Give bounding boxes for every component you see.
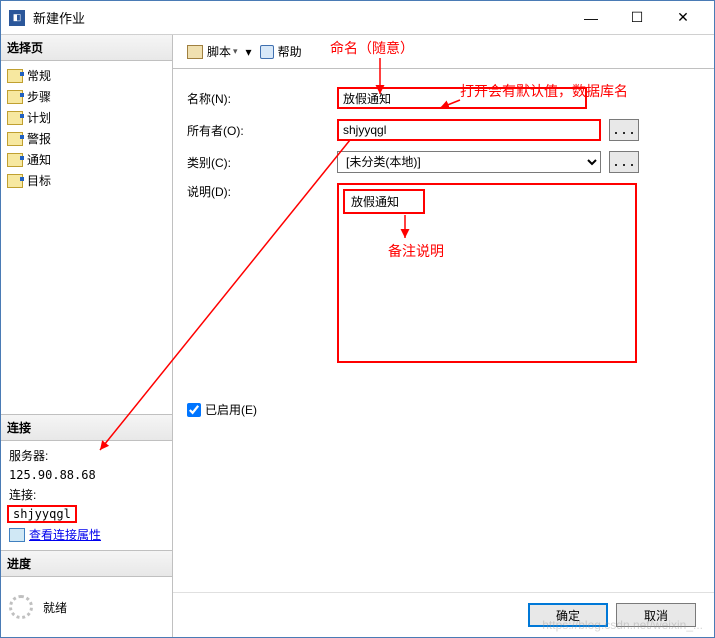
category-label: 类别(C): [187,154,337,171]
nav-label: 步骤 [27,88,51,105]
name-row: 名称(N): [187,87,700,109]
page-icon [7,111,23,125]
close-button[interactable]: ✕ [660,3,706,33]
content-area: 选择页 常规 步骤 计划 警报 通知 目标 连接 服务器: 125.90.88.… [1,35,714,637]
connection-header: 连接 [1,415,172,441]
nav-schedule[interactable]: 计划 [3,107,170,128]
sidebar-connection: 连接 服务器: 125.90.88.68 连接: shjyyqgl 查看连接属性 [1,415,172,551]
owner-browse-button[interactable]: ... [609,119,639,141]
nav-list: 常规 步骤 计划 警报 通知 目标 [1,61,172,195]
nav-general[interactable]: 常规 [3,65,170,86]
connection-label: 连接: [3,484,170,505]
owner-label: 所有者(O): [187,122,337,139]
connection-value: shjyyqgl [7,505,77,523]
server-value: 125.90.88.68 [3,466,170,484]
toolbar: 脚本 ▾ ▾ 帮助 [173,35,714,69]
sidebar-pages: 选择页 常规 步骤 计划 警报 通知 目标 [1,35,172,415]
script-button[interactable]: 脚本 ▾ [183,41,242,62]
page-icon [7,132,23,146]
help-button[interactable]: 帮助 [256,41,306,62]
nav-label: 目标 [27,172,51,189]
maximize-button[interactable]: ☐ [614,3,660,33]
form-area: 名称(N): 所有者(O): ... 类别(C): [未分类(本地)] ... [173,69,714,592]
owner-row: 所有者(O): ... [187,119,700,141]
enabled-checkbox[interactable] [187,403,201,417]
view-conn-link: 查看连接属性 [29,526,101,543]
description-box[interactable]: 放假通知 [337,183,637,363]
help-label: 帮助 [278,43,302,60]
window-title: 新建作业 [33,8,568,27]
toolbar-separator: ▾ [246,45,252,59]
progress-body: 就绪 [1,577,172,637]
sidebar-progress: 进度 就绪 [1,551,172,637]
select-page-header: 选择页 [1,35,172,61]
dropdown-icon: ▾ [233,46,238,57]
window-controls: — ☐ ✕ [568,3,706,33]
owner-input[interactable] [337,119,601,141]
server-label: 服务器: [3,445,170,466]
app-icon: ◧ [9,10,25,26]
page-icon [7,69,23,83]
script-label: 脚本 [207,43,231,60]
watermark: https://blog.csdn.net/weixin_... [542,618,703,632]
properties-icon [9,528,25,542]
nav-alerts[interactable]: 警报 [3,128,170,149]
titlebar: ◧ 新建作业 — ☐ ✕ [1,1,714,35]
main-panel: 脚本 ▾ ▾ 帮助 名称(N): 所有者(O): ... [173,35,714,637]
dialog-window: ◧ 新建作业 — ☐ ✕ 选择页 常规 步骤 计划 警报 通知 目标 连接 [0,0,715,638]
nav-steps[interactable]: 步骤 [3,86,170,107]
description-label: 说明(D): [187,183,337,200]
connection-body: 服务器: 125.90.88.68 连接: shjyyqgl 查看连接属性 [1,441,172,550]
description-row: 说明(D): 放假通知 [187,183,700,363]
script-icon [187,45,203,59]
description-text: 放假通知 [343,189,425,214]
page-icon [7,153,23,167]
sidebar: 选择页 常规 步骤 计划 警报 通知 目标 连接 服务器: 125.90.88.… [1,35,173,637]
progress-header: 进度 [1,551,172,577]
view-conn-props[interactable]: 查看连接属性 [3,523,170,546]
page-icon [7,174,23,188]
nav-label: 通知 [27,151,51,168]
spinner-icon [9,595,33,619]
help-icon [260,45,274,59]
enabled-label: 已启用(E) [205,401,257,418]
nav-notify[interactable]: 通知 [3,149,170,170]
nav-label: 警报 [27,130,51,147]
nav-label: 常规 [27,67,51,84]
category-row: 类别(C): [未分类(本地)] ... [187,151,700,173]
category-select[interactable]: [未分类(本地)] [337,151,601,173]
nav-label: 计划 [27,109,51,126]
name-input[interactable] [337,87,587,109]
category-browse-button[interactable]: ... [609,151,639,173]
enabled-row: 已启用(E) [187,401,700,418]
nav-target[interactable]: 目标 [3,170,170,191]
progress-status: 就绪 [43,599,67,616]
minimize-button[interactable]: — [568,3,614,33]
page-icon [7,90,23,104]
name-label: 名称(N): [187,90,337,107]
